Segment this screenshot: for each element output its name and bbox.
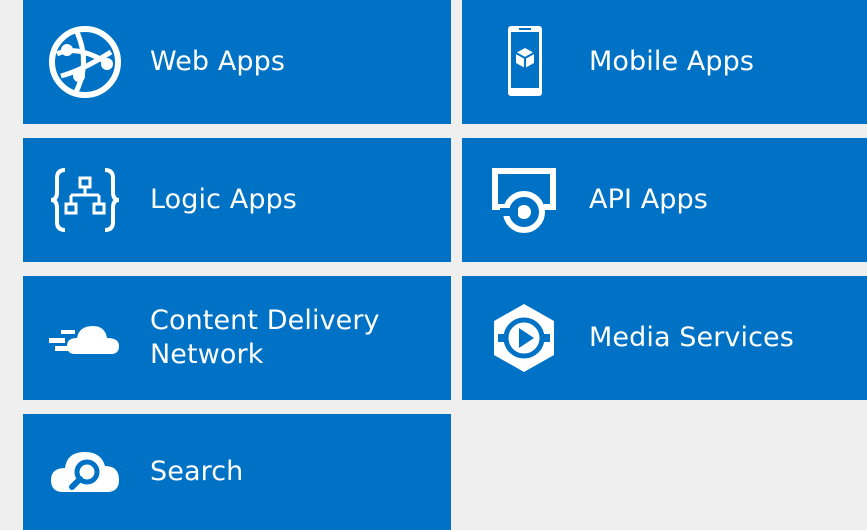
services-grid: Web Apps Mobile Apps Logic Apps API Apps… [0,0,867,530]
tile-label: Web Apps [150,46,286,77]
tile-label: Content Delivery Network [150,305,380,370]
tile-api-apps[interactable]: API Apps [462,138,867,262]
tile-label: Mobile Apps [589,46,755,77]
tile-label: Logic Apps [150,184,297,215]
cloud-speed-icon [47,300,123,376]
cloud-search-icon [47,434,123,510]
mobile-device-icon [486,24,562,100]
api-screen-icon [486,162,562,238]
tile-content-delivery-network[interactable]: Content Delivery Network [23,276,451,400]
tile-mobile-apps[interactable]: Mobile Apps [462,0,867,124]
media-play-hexagon-icon [486,300,562,376]
globe-network-icon [47,24,123,100]
tile-media-services[interactable]: Media Services [462,276,867,400]
tile-label: API Apps [589,184,708,215]
logic-braces-icon [47,162,123,238]
tile-label: Media Services [589,322,794,353]
tile-label: Search [150,456,244,487]
tile-search[interactable]: Search [23,414,451,530]
tile-logic-apps[interactable]: Logic Apps [23,138,451,262]
tile-web-apps[interactable]: Web Apps [23,0,451,124]
